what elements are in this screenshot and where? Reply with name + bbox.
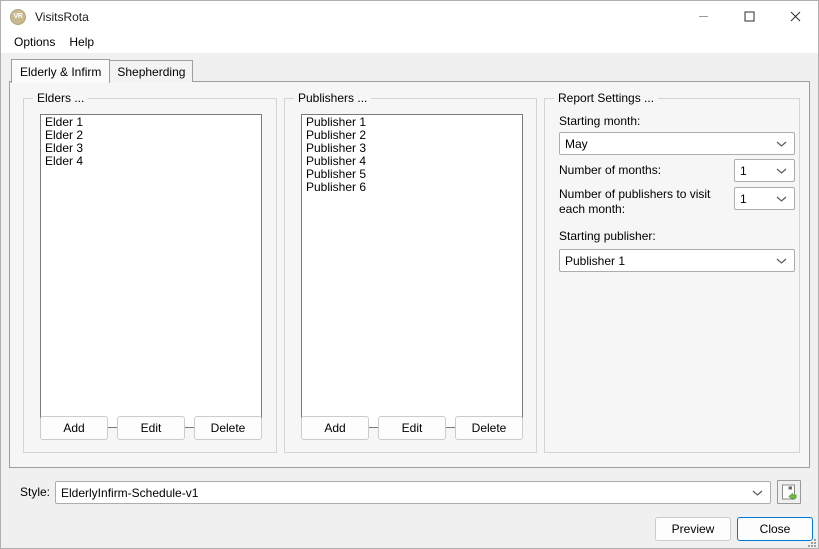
starting-publisher-select[interactable]: Publisher 1	[559, 249, 795, 272]
number-of-months-value: 1	[740, 163, 747, 178]
number-of-publishers-select[interactable]: 1	[734, 187, 795, 210]
list-item[interactable]: Elder 4	[41, 155, 261, 168]
close-button[interactable]: Close	[737, 517, 813, 541]
preview-button[interactable]: Preview	[655, 517, 731, 541]
window-controls	[680, 1, 818, 32]
publishers-group: Publishers ... Publisher 1 Publisher 2 P…	[284, 91, 537, 453]
tab-panel-elderly-and-infirm: Elders ... Elder 1 Elder 2 Elder 3 Elder…	[9, 81, 810, 468]
maximize-icon[interactable]	[726, 1, 772, 32]
number-of-months-label: Number of months:	[559, 163, 662, 177]
report-settings-group-title: Report Settings ...	[554, 91, 659, 105]
application-window: VR VisitsRota Options Help Elderly & Inf…	[0, 0, 819, 549]
number-of-months-select[interactable]: 1	[734, 159, 795, 182]
starting-month-label: Starting month:	[559, 114, 641, 128]
style-select[interactable]: ElderlyInfirm-Schedule-v1	[55, 481, 771, 504]
starting-publisher-label: Starting publisher:	[559, 229, 656, 243]
footer-bar: Preview Close	[1, 510, 818, 548]
chevron-down-icon	[776, 167, 787, 174]
number-of-publishers-label: Number of publishers to visit each month…	[559, 187, 711, 216]
starting-month-value: May	[565, 136, 588, 151]
vr-badge-icon: VR	[10, 8, 26, 25]
number-of-publishers-value: 1	[740, 191, 747, 206]
menu-item-help[interactable]: Help	[62, 33, 101, 52]
save-document-icon[interactable]	[777, 480, 801, 504]
chevron-down-icon	[776, 195, 787, 202]
elders-delete-button[interactable]: Delete	[194, 416, 262, 440]
window-title: VisitsRota	[35, 9, 89, 24]
elders-add-button[interactable]: Add	[40, 416, 108, 440]
menu-item-options[interactable]: Options	[7, 33, 62, 52]
publishers-edit-button[interactable]: Edit	[378, 416, 446, 440]
close-icon[interactable]	[772, 1, 818, 32]
elders-group-title: Elders ...	[33, 91, 89, 105]
tab-region: Elderly & Infirm Shepherding Elders ... …	[1, 53, 818, 476]
tab-elderly-and-infirm[interactable]: Elderly & Infirm	[11, 59, 111, 83]
tab-strip: Elderly & Infirm Shepherding	[11, 59, 810, 83]
chevron-down-icon	[752, 489, 763, 496]
minimize-icon[interactable]	[680, 1, 726, 32]
resize-grip[interactable]	[804, 535, 816, 547]
style-label: Style:	[20, 485, 51, 499]
style-bar: Style: ElderlyInfirm-Schedule-v1	[1, 476, 818, 510]
starting-month-select[interactable]: May	[559, 132, 795, 155]
report-settings-group: Report Settings ... Starting month: May …	[544, 91, 800, 453]
chevron-down-icon	[776, 140, 787, 147]
starting-publisher-value: Publisher 1	[565, 253, 626, 268]
publishers-add-button[interactable]: Add	[301, 416, 369, 440]
elders-edit-button[interactable]: Edit	[117, 416, 185, 440]
tab-shepherding[interactable]: Shepherding	[109, 60, 194, 82]
style-value: ElderlyInfirm-Schedule-v1	[61, 485, 199, 500]
publishers-button-row: Add Edit Delete	[301, 416, 523, 440]
publishers-group-title: Publishers ...	[294, 91, 372, 105]
publishers-delete-button[interactable]: Delete	[455, 416, 523, 440]
list-item[interactable]: Publisher 6	[302, 181, 522, 194]
title-bar: VR VisitsRota	[1, 1, 818, 32]
elders-group: Elders ... Elder 1 Elder 2 Elder 3 Elder…	[23, 91, 277, 453]
publishers-listbox[interactable]: Publisher 1 Publisher 2 Publisher 3 Publ…	[301, 114, 523, 428]
elders-button-row: Add Edit Delete	[40, 416, 262, 440]
chevron-down-icon	[776, 257, 787, 264]
menu-bar: Options Help	[1, 32, 818, 53]
elders-listbox[interactable]: Elder 1 Elder 2 Elder 3 Elder 4	[40, 114, 262, 428]
